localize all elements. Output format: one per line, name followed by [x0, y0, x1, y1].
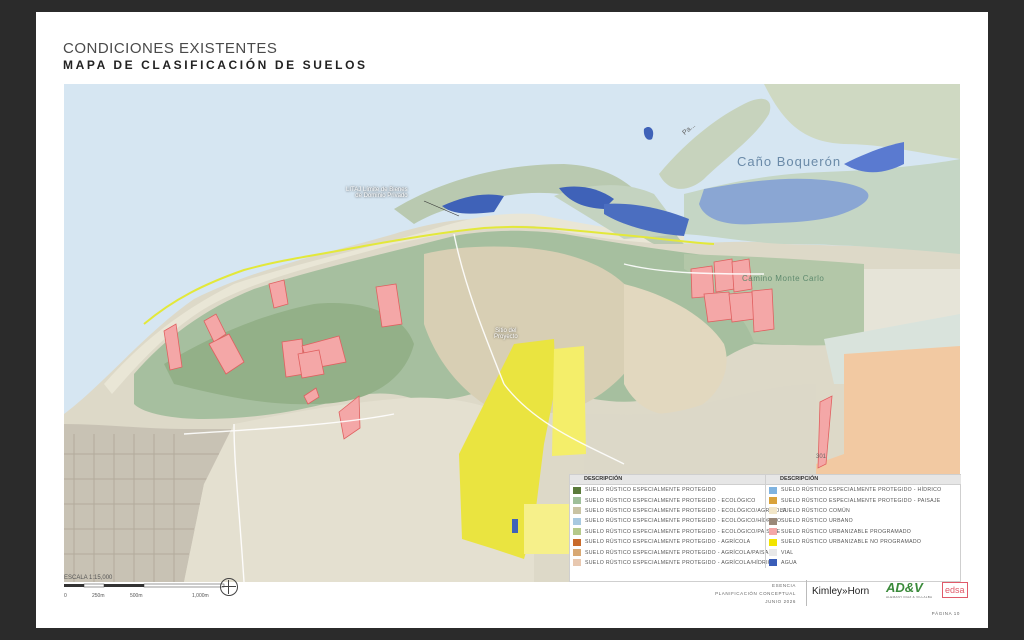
scale-title: ESCALA 1:15,000: [64, 575, 113, 581]
legend-label: SUELO RÚSTICO COMÚN: [781, 507, 851, 514]
legend-label: SUELO RÚSTICO URBANO: [781, 518, 854, 525]
footer-info: ESENCIA PLANIFICACIÓN CONCEPTUAL JUNIO 2…: [676, 582, 796, 606]
legend-label: SUELO RÚSTICO ESPECIALMENTE PROTEGIDO - …: [585, 518, 782, 525]
legend-swatch: [769, 559, 777, 567]
legend-label: SUELO RÚSTICO ESPECIALMENTE PROTEGIDO - …: [585, 497, 756, 504]
legend-swatch: [769, 507, 777, 515]
legend-label: SUELO RÚSTICO ESPECIALMENTE PROTEGIDO - …: [585, 539, 751, 546]
map-legend: DESCRIPCIÓN SUELO RÚSTICO ESPECIALMENTE …: [569, 474, 961, 582]
legend-label: AGUA: [781, 559, 797, 566]
legend-row: SUELO RÚSTICO ESPECIALMENTE PROTEGIDO - …: [766, 495, 961, 505]
document-type: PLANIFICACIÓN CONCEPTUAL: [715, 591, 796, 596]
page-number: PÁGINA 10: [931, 611, 960, 616]
legend-row: SUELO RÚSTICO ESPECIALMENTE PROTEGIDO - …: [570, 527, 780, 537]
site-label: Sitio del Proyecto: [494, 328, 518, 340]
legend-row: SUELO RÚSTICO URBANO: [766, 516, 961, 526]
scale-bar: ESCALA 1:15,000 0 250m 500m 1,000m: [64, 575, 239, 601]
project-name: ESENCIA: [772, 583, 796, 588]
scale-tick: 250m: [92, 593, 105, 599]
legend-row: SUELO RÚSTICO ESPECIALMENTE PROTEGIDO - …: [570, 506, 786, 516]
legend-label: SUELO RÚSTICO URBANIZABLE PROGRAMADO: [781, 528, 912, 535]
document-page: CONDICIONES EXISTENTES MAPA DE CLASIFICA…: [36, 12, 988, 628]
legend-swatch: [769, 538, 777, 546]
community-label: Camino Monte Carlo: [742, 274, 825, 283]
document-date: JUNIO 2026: [765, 599, 796, 604]
legend-swatch: [573, 497, 581, 505]
legend-swatch: [769, 497, 777, 505]
legend-swatch: [573, 486, 581, 494]
legend-label: SUELO RÚSTICO ESPECIALMENTE PROTEGIDO - …: [585, 528, 781, 535]
legend-label: SUELO RÚSTICO ESPECIALMENTE PROTEGIDO - …: [585, 559, 777, 566]
legend-header-right: DESCRIPCIÓN: [766, 475, 961, 485]
bay-label: Caño Boquerón: [737, 154, 842, 169]
legend-swatch: [769, 528, 777, 536]
legend-swatch: [573, 528, 581, 536]
legend-label: SUELO RÚSTICO ESPECIALMENTE PROTEGIDO: [585, 487, 717, 494]
legend-label: SUELO RÚSTICO ESPECIALMENTE PROTEGIDO - …: [585, 507, 787, 514]
scale-ticks: 0 250m 500m 1,000m: [64, 593, 239, 601]
legend-swatch: [573, 538, 581, 546]
page-title: CONDICIONES EXISTENTES: [63, 40, 278, 57]
adv-logo: AD&V ALEMANY DIAZ & VILLALBA: [886, 580, 932, 599]
legend-label: SUELO RÚSTICO ESPECIALMENTE PROTEGIDO - …: [781, 487, 942, 494]
legend-swatch: [769, 549, 777, 557]
divider: [806, 580, 807, 606]
legend-label: SUELO RÚSTICO ESPECIALMENTE PROTEGIDO - …: [585, 549, 776, 556]
legend-row: SUELO RÚSTICO ESPECIALMENTE PROTEGIDO - …: [570, 558, 776, 568]
page-subtitle: MAPA DE CLASIFICACIÓN DE SUELOS: [63, 58, 368, 72]
zmt-label: LITAJ Límite de Bienes de Dominio Privad…: [346, 187, 408, 199]
legend-row: SUELO RÚSTICO URBANIZABLE PROGRAMADO: [766, 527, 961, 537]
road-number-label: 301: [816, 454, 827, 460]
legend-row: SUELO RÚSTICO COMÚN: [766, 506, 961, 516]
legend-swatch: [573, 517, 581, 525]
legend-label: SUELO RÚSTICO URBANIZABLE NO PROGRAMADO: [781, 539, 922, 546]
legend-row: SUELO RÚSTICO ESPECIALMENTE PROTEGIDO - …: [570, 495, 765, 505]
legend-swatch: [573, 549, 581, 557]
kimley-horn-logo: Kimley»Horn: [812, 586, 870, 597]
legend-row: SUELO RÚSTICO ESPECIALMENTE PROTEGIDO - …: [570, 537, 765, 547]
legend-row: SUELO RÚSTICO URBANIZABLE NO PROGRAMADO: [766, 537, 961, 547]
legend-swatch: [573, 507, 581, 515]
adv-logo-subtext: ALEMANY DIAZ & VILLALBA: [886, 595, 933, 599]
legend-swatch: [769, 486, 777, 494]
legend-label: SUELO RÚSTICO ESPECIALMENTE PROTEGIDO - …: [781, 497, 941, 504]
scale-tick: 0: [64, 593, 67, 599]
scale-graphic: [64, 583, 225, 588]
legend-row: SUELO RÚSTICO ESPECIALMENTE PROTEGIDO: [570, 485, 765, 495]
edsa-logo: edsa: [942, 582, 968, 598]
legend-label: VIAL: [781, 549, 794, 556]
scale-tick: 500m: [130, 593, 143, 599]
adv-logo-text: AD&V: [886, 580, 923, 595]
legend-row: SUELO RÚSTICO ESPECIALMENTE PROTEGIDO - …: [766, 485, 961, 495]
legend-row: SUELO RÚSTICO ESPECIALMENTE PROTEGIDO - …: [570, 547, 775, 557]
legend-left-column: DESCRIPCIÓN SUELO RÚSTICO ESPECIALMENTE …: [570, 475, 786, 568]
legend-row: SUELO RÚSTICO ESPECIALMENTE PROTEGIDO - …: [570, 516, 781, 526]
legend-swatch: [769, 517, 777, 525]
scale-tick: 1,000m: [192, 593, 209, 599]
legend-swatch: [573, 559, 581, 567]
north-arrow-icon: [220, 578, 238, 596]
legend-right-column: DESCRIPCIÓN SUELO RÚSTICO ESPECIALMENTE …: [765, 475, 961, 569]
legend-row: VIAL: [766, 547, 961, 557]
legend-row: AGUA: [766, 558, 961, 568]
legend-header-left: DESCRIPCIÓN: [570, 475, 765, 485]
